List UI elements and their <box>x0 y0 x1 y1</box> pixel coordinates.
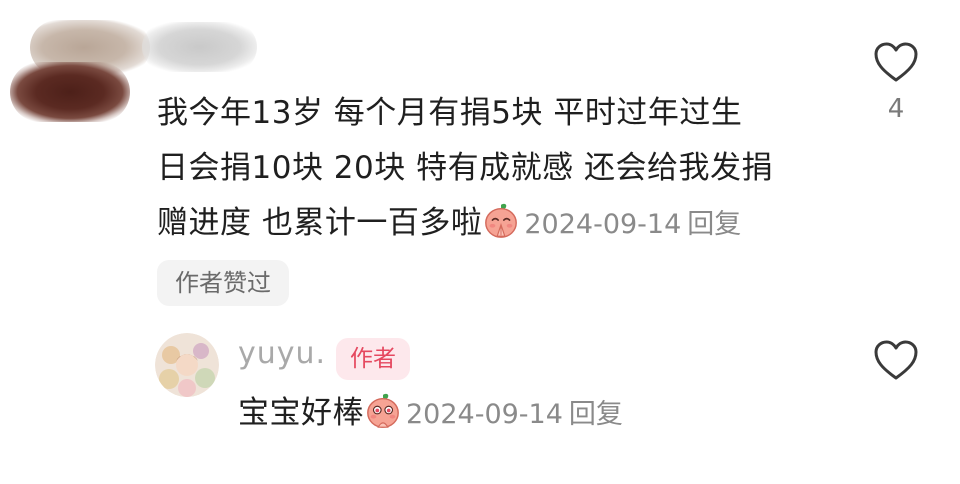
avatar-image <box>155 333 219 397</box>
avatar[interactable] <box>155 333 219 397</box>
liked-by-author-badge: 作者赞过 <box>157 260 289 306</box>
author-badge: 作者 <box>336 338 410 380</box>
like-count: 4 <box>887 94 905 124</box>
reply-text-content: 宝宝好棒 <box>238 395 364 431</box>
like-button[interactable] <box>872 338 920 382</box>
reply-link[interactable]: 回复 <box>687 209 741 240</box>
comment-date: 2024-09-14 <box>524 209 682 240</box>
heart-icon <box>874 42 918 82</box>
heart-icon <box>874 340 918 380</box>
teary-face-emoji-icon <box>367 393 399 428</box>
comment-text-line-end: 赠进度 也累计一百多啦 <box>157 205 483 241</box>
like-button[interactable] <box>872 40 920 84</box>
comment-text: 我今年13岁 每个月有捐5块 平时过年过生 日会捐10块 20块 特有成就感 还… <box>157 86 837 252</box>
reply-username[interactable]: yuyu. <box>238 336 326 371</box>
redacted-avatar-scribble <box>10 62 130 122</box>
praying-face-emoji-icon <box>485 203 518 238</box>
comment-text-line: 我今年13岁 每个月有捐5块 平时过年过生 <box>157 95 743 131</box>
comment-text-line: 日会捐10块 20块 特有成就感 还会给我发捐 <box>157 150 773 186</box>
comment-thread: 我今年13岁 每个月有捐5块 平时过年过生 日会捐10块 20块 特有成就感 还… <box>0 0 960 484</box>
reply-date: 2024-09-14 <box>406 399 563 430</box>
reply-text: 宝宝好棒 2024-09-14 回复 <box>238 390 623 438</box>
reply-link[interactable]: 回复 <box>569 399 623 430</box>
redacted-username-scribble <box>142 22 257 72</box>
comment-text-line: 赠进度 也累计一百多啦 2024-09-14 回复 <box>157 196 837 252</box>
